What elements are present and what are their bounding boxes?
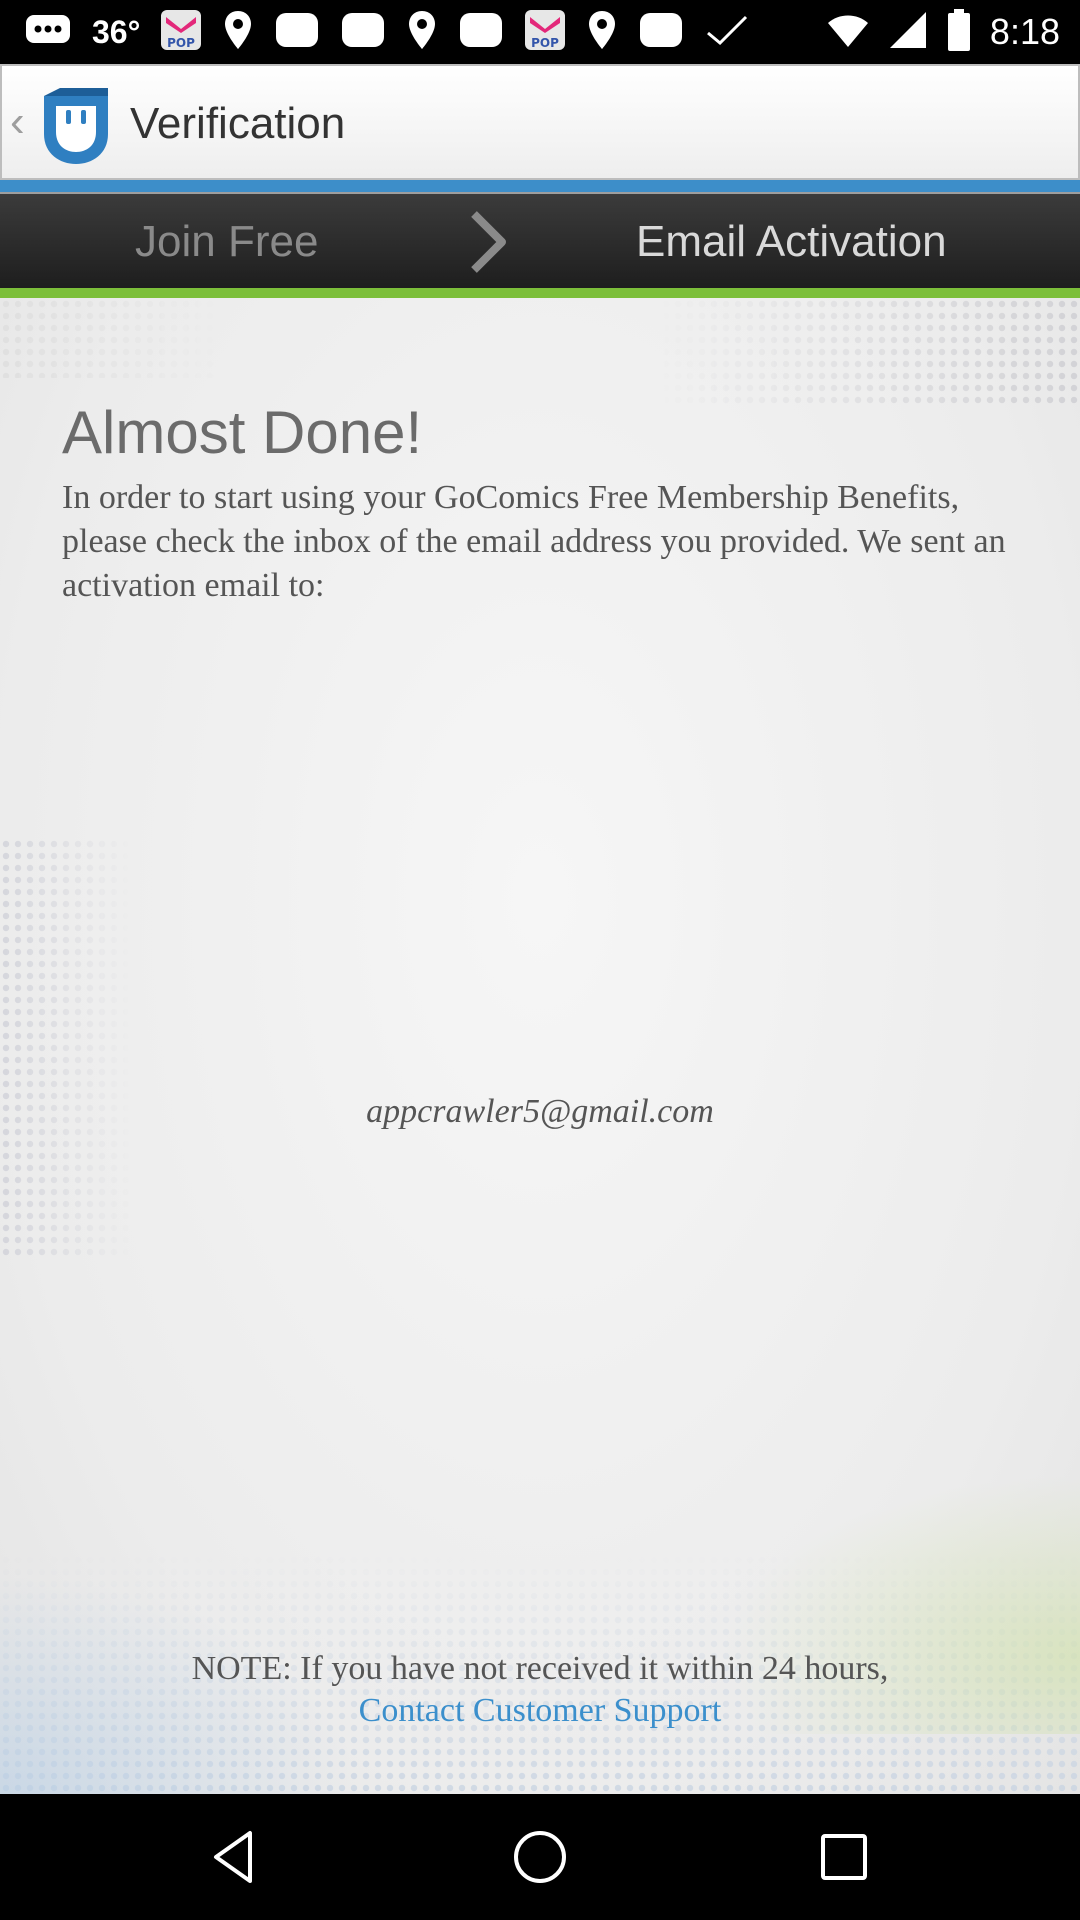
signal-text: 36° (92, 13, 141, 50)
svg-text:POP: POP (167, 36, 195, 50)
status-left: 36° POP POP (24, 8, 750, 56)
notification-icon (458, 9, 504, 56)
message-icon (24, 13, 72, 52)
notification-icon (638, 9, 684, 56)
navigation-bar (0, 1794, 1080, 1920)
location-icon (222, 9, 254, 56)
headline: Almost Done! (62, 399, 423, 466)
action-bar-accent-line (0, 180, 1080, 192)
recents-icon[interactable] (814, 1827, 874, 1887)
status-right: 8:18 (826, 8, 1060, 56)
check-icon (704, 9, 750, 56)
pop-app-icon: POP (160, 9, 202, 56)
decorative-dots (0, 838, 130, 1258)
pop-app-icon: POP (524, 9, 566, 56)
wifi-icon (826, 11, 870, 54)
intro-text: In order to start using your GoComics Fr… (62, 479, 1006, 604)
page-title: Verification (130, 99, 346, 148)
back-icon[interactable] (206, 1827, 266, 1887)
back-chevron-icon[interactable]: ‹ (10, 94, 25, 150)
step-arrow-icon (468, 210, 508, 274)
status-time: 8:18 (989, 11, 1060, 52)
step-join-free: Join Free (135, 217, 319, 266)
notification-icon (274, 9, 320, 56)
location-icon (406, 9, 438, 56)
app-logo-icon[interactable] (38, 86, 114, 166)
notification-icon (340, 9, 386, 56)
content-area: Almost Done! In order to start using you… (0, 298, 1080, 1794)
contact-support-link[interactable]: Contact Customer Support (359, 1690, 722, 1732)
action-bar: ‹ Verification (0, 64, 1080, 180)
note-block: NOTE: If you have not received it within… (0, 1648, 1080, 1732)
email-address: appcrawler5@gmail.com (366, 1093, 714, 1130)
status-bar: 36° POP POP 8:18 (0, 0, 1080, 64)
decorative-dots (0, 298, 220, 378)
battery-icon (946, 8, 972, 57)
home-icon[interactable] (510, 1827, 570, 1887)
note-text: NOTE: If you have not received it within… (191, 1650, 889, 1687)
screen: 36° POP POP 8:18 ‹ Verification Join Fre… (0, 0, 1080, 1920)
decorative-dots (660, 298, 1080, 408)
svg-text:POP: POP (531, 36, 559, 50)
location-icon (586, 9, 618, 56)
steps-bar: Join Free Email Activation (0, 192, 1080, 288)
cellular-signal-icon (888, 10, 928, 55)
step-email-activation: Email Activation (636, 217, 947, 266)
steps-accent-line (0, 288, 1080, 298)
